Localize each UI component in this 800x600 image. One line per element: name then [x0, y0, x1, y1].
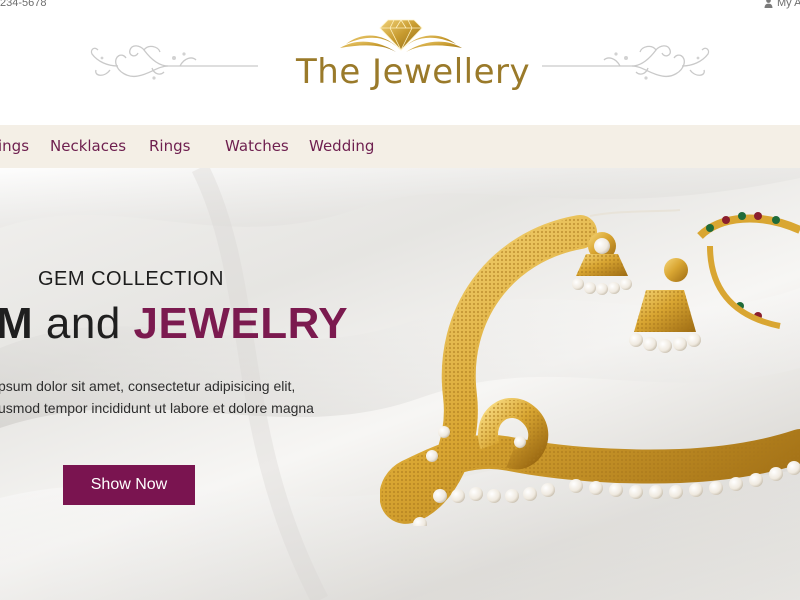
nav-item-earrings[interactable]: ings — [0, 137, 29, 155]
nav-item-rings[interactable]: Rings — [149, 137, 190, 155]
left-flourish-ornament — [90, 45, 258, 80]
nav-item-watches[interactable]: Watches — [225, 137, 289, 155]
top-bar: 234-5678 My A — [0, 0, 800, 14]
user-icon — [764, 0, 773, 8]
hero-title-highlight: JEWELRY — [133, 299, 349, 348]
hero-title-part1: M — [0, 299, 34, 348]
show-now-button[interactable]: Show Now — [63, 465, 195, 505]
main-nav: ings Necklaces Rings Watches Wedding — [0, 125, 800, 168]
hero-title: M and JEWELRY — [0, 299, 348, 349]
hero-kicker: GEM COLLECTION — [38, 268, 224, 290]
my-account-label: My A — [777, 0, 800, 9]
hero-description-line-2: usmod tempor incididunt ut labore et dol… — [0, 400, 314, 416]
gold-necklace-image — [380, 209, 800, 526]
logo-text[interactable]: The Jewellery — [296, 52, 530, 92]
nav-item-necklaces[interactable]: Necklaces — [50, 137, 126, 155]
phone-number: 234-5678 — [0, 0, 47, 9]
my-account-link[interactable]: My A — [764, 0, 800, 9]
hero-banner: GEM COLLECTION M and JEWELRY psum dolor … — [0, 168, 800, 600]
hero-description-line-1: psum dolor sit amet, consectetur adipisi… — [0, 378, 296, 394]
hero-title-part2: and — [33, 299, 134, 348]
right-flourish-ornament — [542, 45, 710, 80]
site-header: The Jewellery — [0, 14, 800, 125]
nav-item-wedding[interactable]: Wedding — [309, 137, 374, 155]
